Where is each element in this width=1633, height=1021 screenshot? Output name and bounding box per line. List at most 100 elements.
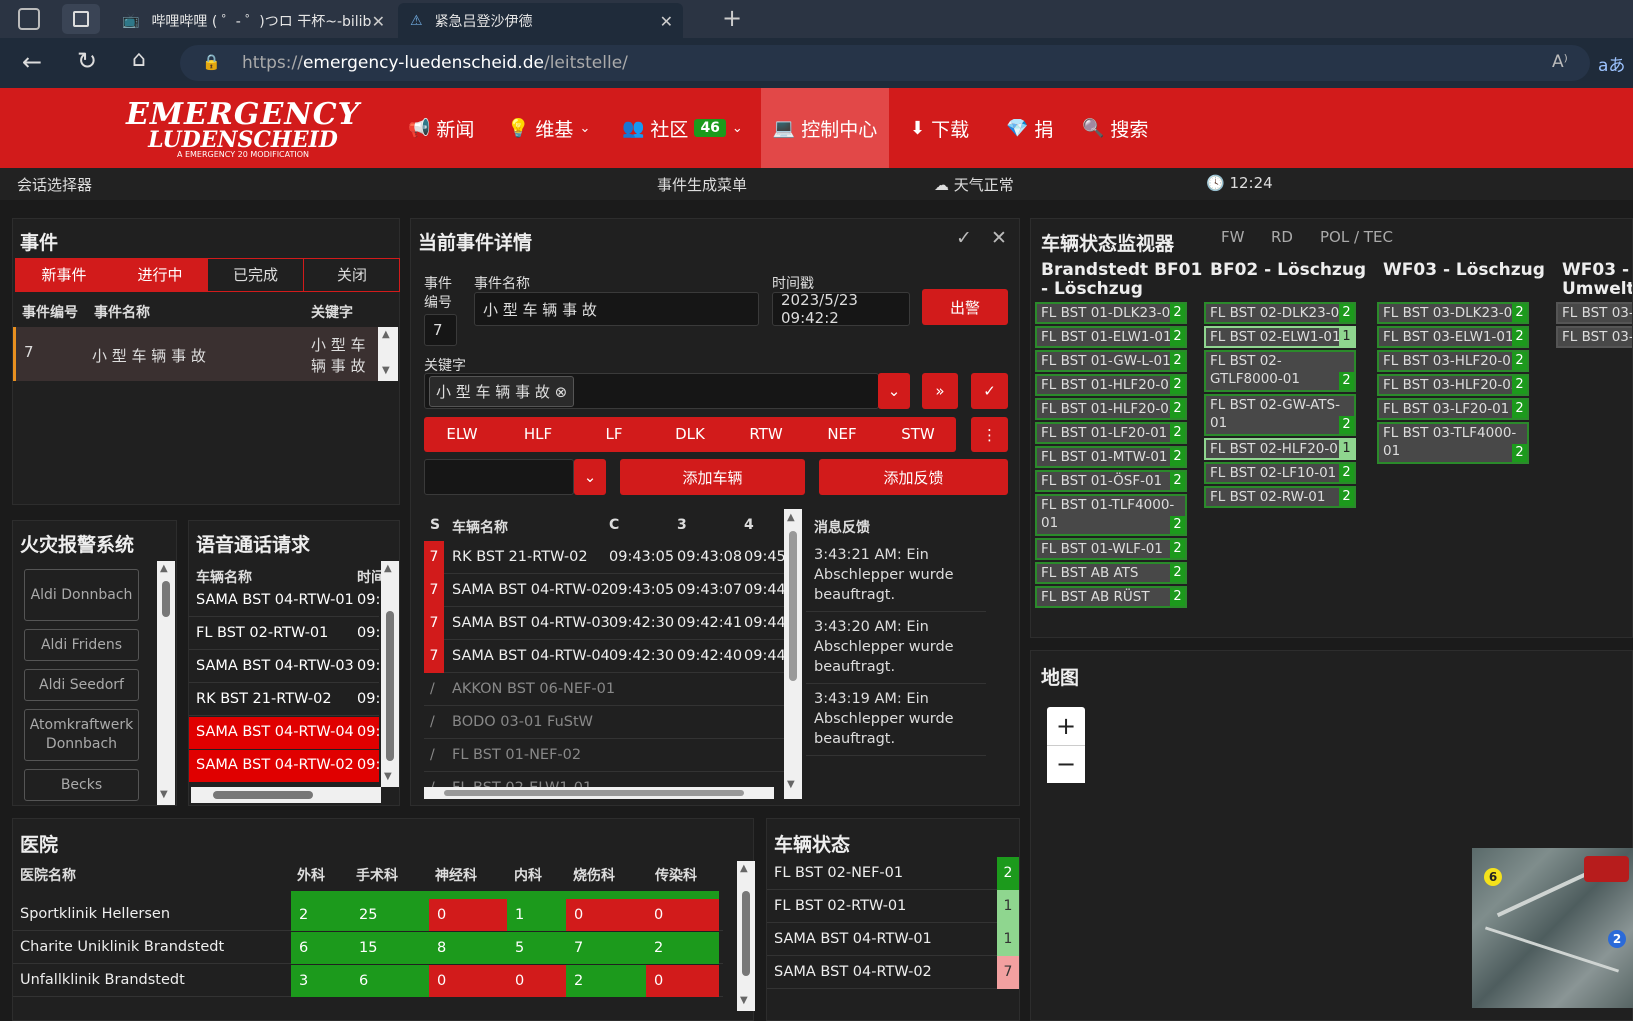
timestamp-field[interactable]: 2023/5/23 09:42:2 <box>772 291 910 327</box>
add-vehicle-button[interactable]: 添加车辆 <box>620 459 805 495</box>
vehicle-status-tile[interactable]: FL BST 01-DLK23-01 2 <box>1035 302 1187 324</box>
vehicle-status-tile[interactable]: FL BST 02-DLK23-01 2 <box>1204 302 1356 324</box>
event-number-field[interactable]: 7 <box>424 314 457 346</box>
nav-download[interactable]: ⬇ 下载 <box>910 88 969 168</box>
url-bar[interactable]: 🔒 https://emergency-luedenscheid.de/leit… <box>180 45 1590 81</box>
vehicle-status-tile[interactable]: FL BST 03-HLF20-01 2 <box>1377 350 1529 372</box>
vehicle-status-tile[interactable]: FL BST 02-GW-ATS-01 2 <box>1204 394 1356 436</box>
vehicle-status-tile[interactable]: FL BST 01-TLF4000-01 2 <box>1035 494 1187 536</box>
fire-alarm-item[interactable]: Aldi Fridens <box>24 629 139 661</box>
table-row[interactable]: / BODO 03-01 FuStW <box>424 706 784 739</box>
table-row[interactable]: / AKKON BST 06-NEF-01 <box>424 673 784 706</box>
voice-request-row[interactable]: RK BST 21-RTW-02 09: <box>189 684 379 716</box>
type-elw[interactable]: ELW <box>424 417 500 452</box>
type-dlk[interactable]: DLK <box>652 417 728 452</box>
vehicle-status-tile[interactable]: FL BST 03-HLF20-02 2 <box>1377 374 1529 396</box>
monitor-tab-pol-tec[interactable]: POL / TEC <box>1320 228 1393 246</box>
nav-donate[interactable]: 💎 捐 <box>1006 88 1053 168</box>
session-selector[interactable]: 会话选择器 <box>17 174 92 195</box>
tab-in-progress[interactable]: 进行中 <box>112 259 208 291</box>
vehicle-status-tile[interactable]: FL BST 02-HLF20-01 1 <box>1204 438 1356 460</box>
table-v-scrollbar[interactable]: ▲ ▼ <box>784 509 802 799</box>
vehicle-status-tile[interactable]: FL BST 03-LF20-01 2 <box>1377 398 1529 420</box>
forward-icon[interactable]: » <box>922 373 958 409</box>
vehicle-status-tile[interactable]: FL BST 03-ELW1-01 2 <box>1377 326 1529 348</box>
more-options-icon[interactable]: ⋮ <box>971 417 1008 452</box>
vehicle-status-tile[interactable]: FL BST AB ATS 2 <box>1035 562 1187 584</box>
nav-search[interactable]: 🔍 搜索 <box>1082 88 1148 168</box>
nav-news[interactable]: 📢 新闻 <box>408 88 474 168</box>
vehicle-status-tile[interactable]: FL BST 03-DLK23-01 2 <box>1377 302 1529 324</box>
vehicle-marker-icon[interactable] <box>1584 856 1629 882</box>
fire-alarm-item[interactable]: Becks <box>24 769 139 801</box>
table-row[interactable]: 7 SAMA BST 04-RTW-03 09:42:30 09:42:41 09:44 <box>424 607 784 640</box>
vehicle-select[interactable] <box>424 459 574 495</box>
vehicle-status-tile[interactable]: FL BST 02-GTLF8000-01 2 <box>1204 350 1356 392</box>
vehicle-select-chevron-icon[interactable]: ⌄ <box>574 459 606 495</box>
zoom-out-button[interactable]: − <box>1047 745 1085 783</box>
fire-alarm-item[interactable]: Atomkraftwerk Donnbach <box>24 709 139 761</box>
monitor-tab-rd[interactable]: RD <box>1271 228 1293 246</box>
nav-wiki[interactable]: 💡 维基 ⌄ <box>507 88 590 168</box>
type-hlf[interactable]: HLF <box>500 417 576 452</box>
nav-control-center[interactable]: 💻 控制中心 <box>761 88 889 168</box>
type-lf[interactable]: LF <box>576 417 652 452</box>
vehicle-status-tile[interactable]: FL BST 02-RW-01 2 <box>1204 486 1356 508</box>
fire-alarm-item[interactable]: Aldi Seedorf <box>24 669 139 701</box>
close-tab-icon[interactable]: ✕ <box>372 12 385 31</box>
type-nef[interactable]: NEF <box>804 417 880 452</box>
dispatch-button[interactable]: 出警 <box>922 289 1008 325</box>
browser-tab-bilibili[interactable]: 📺 哔哩哔哩 ( ゜- ゜)つロ 干杯~-bilib ✕ <box>110 3 395 38</box>
event-generation-menu[interactable]: 事件生成菜单 <box>657 174 747 195</box>
new-tab-icon[interactable]: + <box>722 4 742 32</box>
workspaces-icon[interactable] <box>18 8 40 30</box>
table-row[interactable]: Sportklinik Hellersen 2 25 0 1 0 0 <box>13 899 723 931</box>
table-row[interactable]: Unfallklinik Brandstedt 3 6 0 0 2 0 <box>13 965 723 997</box>
vehicle-status-tile[interactable]: FL BST 01-WLF-01 2 <box>1035 538 1187 560</box>
voice-request-row[interactable]: SAMA BST 04-RTW-03 09: <box>189 651 379 683</box>
home-icon[interactable]: ⌂ <box>132 47 146 72</box>
vehicle-status-row[interactable]: FL BST 02-RTW-01 1 <box>767 890 1019 923</box>
tab-new-events[interactable]: 新事件 <box>16 259 112 291</box>
read-aloud-icon[interactable]: A⁾ <box>1552 52 1568 72</box>
vehicle-status-tile[interactable]: FL BST 02-ELW1-01 1 <box>1204 326 1356 348</box>
vehicle-status-tile[interactable]: FL BST 03-TLF4000-01 2 <box>1377 422 1529 464</box>
remove-tag-icon[interactable]: ⊗ <box>555 383 568 401</box>
vehicle-status-tile[interactable]: FL BST 01-ÖSF-01 2 <box>1035 470 1187 492</box>
table-h-scrollbar[interactable] <box>424 787 774 799</box>
close-tab-icon[interactable]: ✕ <box>660 12 673 31</box>
vehicle-status-tile[interactable]: FL BST 01-ELW1-01 2 <box>1035 326 1187 348</box>
vehicle-status-tile[interactable]: FL BST 03-DEKON-01 <box>1556 326 1632 348</box>
translate-icon[interactable]: aあ <box>1598 51 1625 76</box>
event-name-field[interactable]: 小 型 车 辆 事 故 <box>474 292 759 326</box>
fire-scrollbar[interactable]: ▲ ▼ <box>157 561 175 805</box>
browser-tab-emergency[interactable]: ⚠ 紧急吕登沙伊德 ✕ <box>398 3 683 38</box>
confirm-keyword-icon[interactable]: ✓ <box>971 373 1008 409</box>
voice-request-row[interactable]: SAMA BST 04-RTW-01 09: <box>189 585 379 617</box>
keyword-select[interactable]: 小 型 车 辆 事 故 ⊗ <box>424 373 879 409</box>
type-stw[interactable]: STW <box>880 417 956 452</box>
voice-h-scrollbar[interactable] <box>191 787 381 803</box>
tab-completed[interactable]: 已完成 <box>208 259 304 291</box>
vehicle-status-tile[interactable]: FL BST 02-LF10-01 2 <box>1204 462 1356 484</box>
reload-icon[interactable]: ↻ <box>77 47 97 75</box>
vehicle-status-tile[interactable]: FL BST 01-LF20-01 2 <box>1035 422 1187 444</box>
voice-v-scrollbar[interactable]: ▲ ▼ <box>381 561 399 787</box>
keyword-dropdown-chevron-icon[interactable]: ⌄ <box>878 373 910 409</box>
vehicle-status-row[interactable]: SAMA BST 04-RTW-02 7 <box>767 956 1019 989</box>
table-row[interactable]: 7 RK BST 21-RTW-02 09:43:05 09:43:08 09:45 <box>424 541 784 574</box>
event-row[interactable]: 7 小 型 车 辆 事 故 小 型 车 辆 事 故 <box>13 327 378 381</box>
vehicle-status-tile[interactable]: FL BST 01-MTW-01 2 <box>1035 446 1187 468</box>
table-row[interactable]: 7 SAMA BST 04-RTW-02 09:43:05 09:43:07 09:44 <box>424 574 784 607</box>
vehicle-status-tile[interactable]: FL BST 01-HLF20-02 2 <box>1035 398 1187 420</box>
add-feedback-button[interactable]: 添加反馈 <box>819 459 1008 495</box>
voice-request-row[interactable]: FL BST 02-RTW-01 09: <box>189 618 379 650</box>
back-icon[interactable]: ← <box>22 48 42 76</box>
vehicle-status-row[interactable]: SAMA BST 04-RTW-01 1 <box>767 923 1019 956</box>
vehicle-status-tile[interactable]: FL BST AB RÜST 2 <box>1035 586 1187 608</box>
tab-closed[interactable]: 关闭 <box>304 259 400 291</box>
vehicle-status-row[interactable]: FL BST 02-NEF-01 2 <box>767 857 1019 890</box>
hospital-scrollbar[interactable]: ▲ ▼ <box>737 861 755 1011</box>
zoom-in-button[interactable]: + <box>1047 707 1085 745</box>
events-scrollbar[interactable]: ▲ ▼ <box>378 327 398 381</box>
